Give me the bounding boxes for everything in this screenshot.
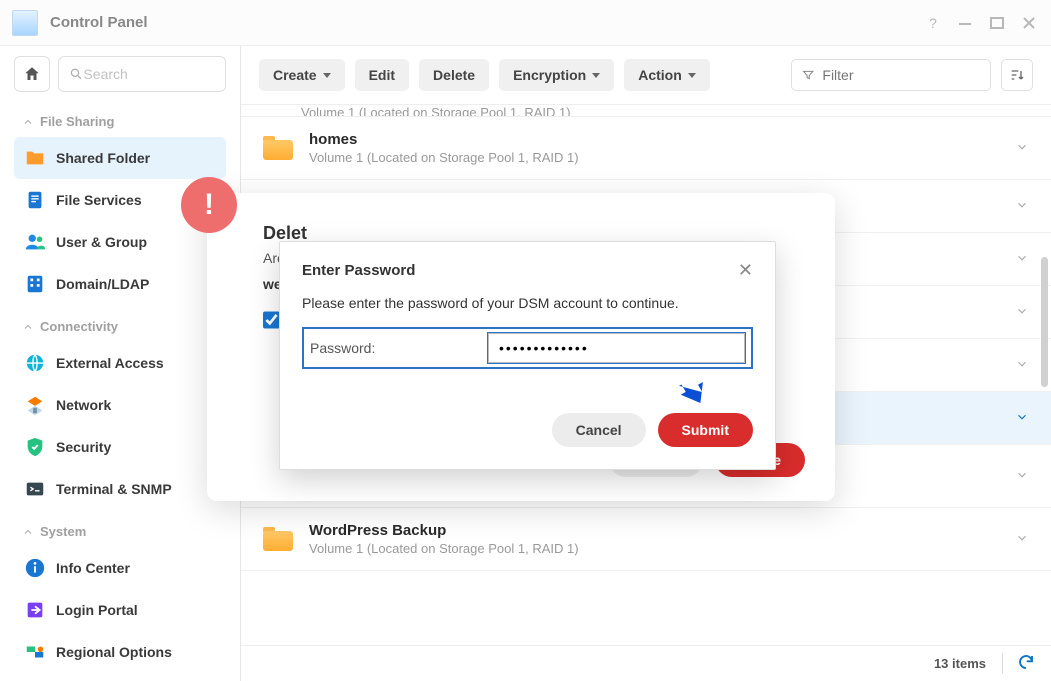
- password-dialog: Enter Password ✕ Please enter the passwo…: [279, 241, 776, 470]
- password-submit-button[interactable]: Submit: [658, 413, 753, 447]
- password-cancel-button[interactable]: Cancel: [552, 413, 646, 447]
- delete-confirm-checkbox[interactable]: [263, 311, 280, 329]
- dialog-overlay: ! Delet Are yo web2 I xxxxxxxxxxxxxxxxxx…: [0, 0, 1051, 681]
- password-dialog-close[interactable]: ✕: [738, 260, 753, 281]
- warning-icon: !: [181, 177, 237, 233]
- password-dialog-message: Please enter the password of your DSM ac…: [302, 295, 753, 311]
- password-label: Password:: [310, 340, 480, 356]
- password-dialog-title: Enter Password: [302, 262, 415, 279]
- arrow-annotation-icon: [677, 375, 711, 409]
- password-input[interactable]: [488, 333, 745, 363]
